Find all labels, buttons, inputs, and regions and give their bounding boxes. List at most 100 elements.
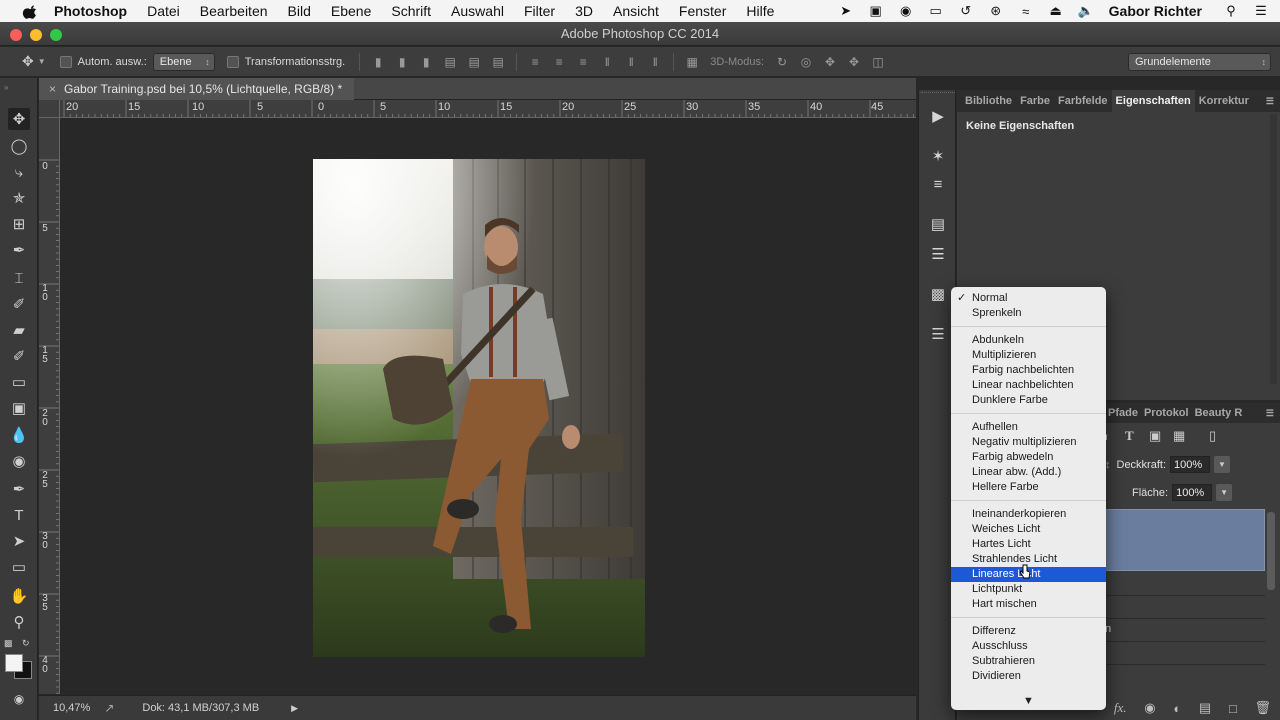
menu-ansicht[interactable]: Ansicht	[613, 3, 659, 19]
record-icon[interactable]: ◉	[897, 3, 915, 18]
menu-hilfe[interactable]: Hilfe	[746, 3, 774, 19]
blend-mode-option[interactable]: Hart mischen	[951, 597, 1106, 612]
eject-icon[interactable]: ⏏	[1047, 3, 1065, 18]
horizontal-ruler[interactable]: 20 15 10 5 0 5 10 15 20 25 30 35 40 45	[60, 100, 916, 118]
adjustments-sliders-icon[interactable]: ≡	[928, 174, 948, 194]
delete-layer-icon[interactable]: 🗑	[1255, 700, 1272, 716]
menu-app-photoshop[interactable]: Photoshop	[54, 3, 127, 19]
blend-mode-option[interactable]: Linear nachbelichten	[951, 378, 1106, 393]
vertical-ruler[interactable]: 0 5 1 0 1 5 2 0 2 5 3 0 3 5 4 0	[39, 118, 60, 694]
document-tab[interactable]: × Gabor Training.psd bei 10,5% (Lichtque…	[39, 78, 355, 100]
blend-mode-option[interactable]: Ausschluss	[951, 639, 1106, 654]
dodge-tool-icon[interactable]: ◉	[8, 450, 30, 472]
align-top-icon[interactable]: ▮	[371, 55, 385, 69]
tab-pfade[interactable]: Pfade	[1108, 407, 1138, 419]
blend-mode-option[interactable]: Differenz	[951, 624, 1106, 639]
hand-tool-icon[interactable]: ✋	[8, 585, 30, 607]
opacity-input[interactable]: 100%	[1170, 456, 1211, 473]
menu-datei[interactable]: Datei	[147, 3, 180, 19]
distribute-left-icon[interactable]: ‖	[600, 55, 614, 69]
auto-select-dropdown[interactable]: Ebene	[152, 52, 215, 71]
layers-panel-menu-icon[interactable]: ☰	[1266, 408, 1274, 419]
new-group-icon[interactable]: ▤	[1199, 700, 1211, 716]
workspace-dropdown[interactable]: Grundelemente	[1128, 52, 1271, 71]
fx-icon[interactable]: fx.	[1114, 700, 1127, 716]
distribute-vcenter-icon[interactable]: ≡	[552, 55, 566, 69]
tab-farbe[interactable]: Farbe	[1016, 90, 1054, 112]
collapse-toolbar-icon[interactable]: »	[4, 83, 8, 92]
opacity-dropdown-icon[interactable]: ▼	[1214, 456, 1231, 473]
window-minimize-button[interactable]	[30, 29, 42, 41]
tab-beauty-retusche[interactable]: Beauty R	[1195, 407, 1243, 419]
move-tool-preset-icon[interactable]: ✥	[22, 53, 34, 70]
notification-center-icon[interactable]: ☰	[1252, 3, 1270, 18]
lasso-tool-icon[interactable]: ⤷	[8, 161, 30, 183]
filter-smart-object-icon[interactable]: ▦	[1173, 428, 1209, 444]
tab-farbfelder[interactable]: Farbfelde	[1054, 90, 1112, 112]
blend-mode-option[interactable]: Lichtpunkt	[951, 582, 1106, 597]
dock-grip[interactable]	[921, 92, 955, 96]
blend-mode-option[interactable]: Farbig nachbelichten	[951, 363, 1106, 378]
actions-play-icon[interactable]: ▶	[928, 106, 948, 126]
move-tool-icon[interactable]: ✥	[8, 108, 30, 130]
blend-mode-option[interactable]: ✓ Normal	[951, 291, 1106, 306]
brush-presets-icon[interactable]: ✶	[928, 146, 948, 166]
bluetooth-icon[interactable]: ⊛	[987, 3, 1005, 18]
menu-fenster[interactable]: Fenster	[679, 3, 726, 19]
camera-icon[interactable]: ▣	[867, 3, 885, 18]
share-icon[interactable]: ↗	[104, 701, 114, 715]
blend-mode-option[interactable]: Linear abw. (Add.)	[951, 465, 1106, 480]
ellipse-marquee-tool-icon[interactable]: ◯	[8, 135, 30, 157]
ruler-origin[interactable]	[39, 100, 60, 118]
time-machine-icon[interactable]: ↺	[957, 3, 975, 18]
transform-controls-checkbox[interactable]	[226, 55, 239, 68]
swap-colors-icon[interactable]: ↻	[22, 638, 30, 649]
menu-filter[interactable]: Filter	[524, 3, 555, 19]
user-name[interactable]: Gabor Richter	[1109, 3, 1202, 19]
fill-dropdown-icon[interactable]: ▼	[1216, 484, 1233, 501]
path-selection-tool-icon[interactable]: ➤	[8, 530, 30, 552]
distribute-right-icon[interactable]: ‖	[648, 55, 662, 69]
brush-tool-icon[interactable]: ✐	[8, 293, 30, 315]
add-mask-icon[interactable]: ◉	[1144, 700, 1155, 716]
rectangle-tool-icon[interactable]: ▭	[8, 556, 30, 578]
tab-korrekturen[interactable]: Korrektur	[1195, 90, 1253, 112]
zoom-level[interactable]: 10,47%	[53, 702, 90, 714]
tab-eigenschaften[interactable]: Eigenschaften	[1111, 90, 1195, 112]
3d-pan-icon[interactable]: ✥	[823, 55, 837, 69]
menu-bearbeiten[interactable]: Bearbeiten	[200, 3, 268, 19]
layers-scrollbar[interactable]	[1267, 512, 1275, 590]
notes-icon[interactable]: ▤	[928, 214, 948, 234]
apple-logo-icon[interactable]	[20, 3, 42, 19]
blend-mode-option[interactable]: Negativ multiplizieren	[951, 435, 1106, 450]
menu-3d[interactable]: 3D	[575, 3, 593, 19]
auto-select-checkbox[interactable]	[59, 55, 72, 68]
quick-selection-tool-icon[interactable]: ✯	[8, 187, 30, 209]
menu-bild[interactable]: Bild	[288, 3, 311, 19]
tab-bibliotheken[interactable]: Bibliothe	[957, 90, 1016, 112]
blur-tool-icon[interactable]: 💧	[8, 424, 30, 446]
3d-scale-icon[interactable]: ◫	[871, 55, 885, 69]
window-zoom-button[interactable]	[50, 29, 62, 41]
foreground-color-swatch[interactable]	[5, 654, 23, 672]
gradient-tool-icon[interactable]: ▣	[8, 397, 30, 419]
blend-mode-option[interactable]: Subtrahieren	[951, 654, 1106, 669]
layers-icon[interactable]: ☰	[928, 324, 948, 344]
status-menu-arrow-icon[interactable]: ▶	[291, 703, 298, 714]
history-brush-tool-icon[interactable]: ✐	[8, 345, 30, 367]
pen-tool-icon[interactable]: ✒	[8, 478, 30, 500]
3d-cube-icon[interactable]: ▩	[928, 284, 948, 304]
airplay-icon[interactable]: ▭	[927, 3, 945, 18]
spotlight-search-icon[interactable]: ⚲	[1222, 3, 1240, 18]
blend-mode-option[interactable]: Hartes Licht	[951, 537, 1106, 552]
fill-input[interactable]: 100%	[1172, 484, 1213, 501]
filter-type-icon[interactable]: T	[1125, 428, 1149, 444]
menu-schrift[interactable]: Schrift	[391, 3, 431, 19]
window-close-button[interactable]	[10, 29, 22, 41]
properties-scrollbar[interactable]	[1270, 114, 1277, 384]
volume-icon[interactable]: 🔈	[1077, 3, 1095, 18]
blend-mode-option[interactable]: Sprenkeln	[951, 306, 1106, 321]
blend-mode-option[interactable]: Abdunkeln	[951, 333, 1106, 348]
document-canvas-photo[interactable]	[313, 159, 645, 657]
blend-mode-option[interactable]: Aufhellen	[951, 420, 1106, 435]
